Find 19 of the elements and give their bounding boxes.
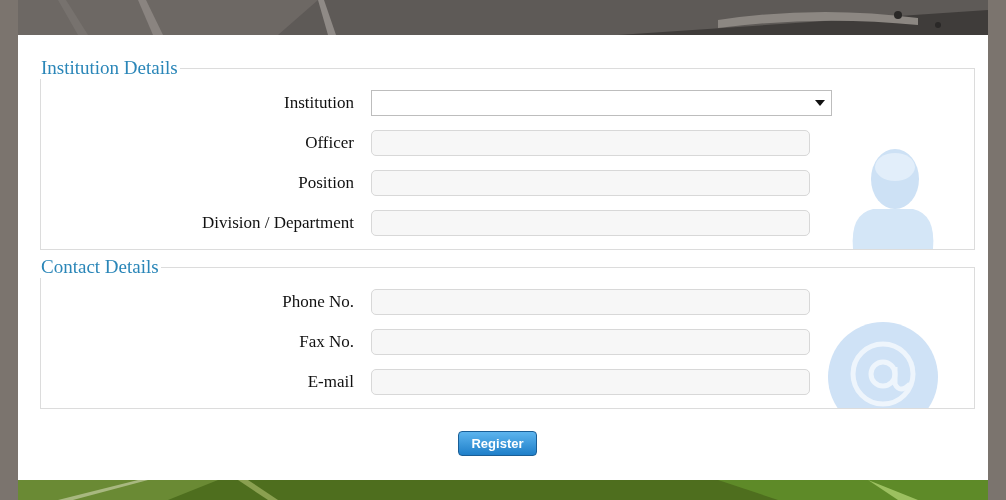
section-title: Contact Details — [41, 257, 160, 278]
input-field[interactable] — [371, 289, 810, 315]
field-label: Fax No. — [298, 332, 354, 352]
field-label: Division / Department — [200, 213, 354, 233]
input-field[interactable] — [371, 210, 810, 236]
field-label: Position — [297, 173, 354, 193]
field-label: Institution — [283, 93, 354, 113]
institution-dropdown[interactable] — [371, 90, 832, 116]
input-field[interactable] — [371, 329, 810, 355]
caret-icon — [815, 100, 825, 106]
input-field[interactable] — [371, 170, 810, 196]
field-label: E-mail — [306, 372, 354, 392]
input-field[interactable] — [371, 369, 810, 395]
input-field[interactable] — [371, 130, 810, 156]
register-button[interactable]: Register — [458, 431, 537, 456]
email-icon — [828, 322, 938, 408]
field-label: Officer — [304, 133, 354, 153]
field-label: Phone No. — [281, 292, 354, 312]
section-title: Institution Details — [41, 58, 179, 79]
